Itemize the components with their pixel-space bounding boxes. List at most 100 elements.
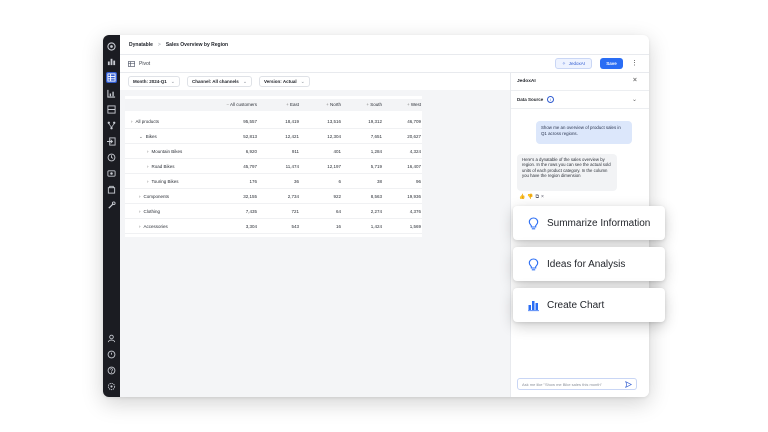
expand-icon[interactable]: › (139, 224, 141, 229)
table-cell[interactable]: 45,797 (223, 159, 257, 174)
table-row[interactable]: › Clothing 7,435 721 64 2,274 4,376 (125, 204, 422, 219)
table-cell[interactable]: 20,627 (387, 129, 421, 144)
table-cell[interactable]: 38 (348, 174, 382, 189)
table-cell[interactable]: 12,197 (307, 159, 341, 174)
flow-icon[interactable] (106, 120, 117, 131)
ideas-for-analysis-card[interactable]: Ideas for Analysis (513, 247, 665, 281)
table-cell[interactable]: 6,920 (223, 144, 257, 159)
logo-icon[interactable] (106, 41, 117, 52)
chart-icon[interactable] (106, 88, 117, 99)
table-cell[interactable]: 4,324 (387, 144, 421, 159)
expand-icon[interactable]: › (147, 164, 149, 169)
column-header-all-customers[interactable]: − All customers (223, 99, 257, 111)
expand-icon[interactable]: › (139, 194, 141, 199)
filter-version[interactable]: Version: Actual ⌄ (259, 76, 310, 87)
table-cell[interactable]: 911 (265, 144, 299, 159)
column-header-south[interactable]: + South (348, 99, 382, 111)
column-header-west[interactable]: + West (387, 99, 421, 111)
table-cell[interactable]: 543 (265, 219, 299, 234)
help-icon[interactable] (106, 365, 117, 376)
dynatable-icon[interactable] (106, 72, 117, 83)
table-cell[interactable]: 721 (265, 204, 299, 219)
table-cell[interactable]: 7,651 (348, 129, 382, 144)
breadcrumb-app[interactable]: Dynatable (129, 42, 153, 48)
expand-icon[interactable]: › (139, 209, 141, 214)
table-cell[interactable]: 16 (307, 219, 341, 234)
table-row[interactable]: ⌄ Bikes 52,813 12,421 12,304 7,651 20,627 (125, 129, 422, 144)
table-cell[interactable]: 19,936 (387, 189, 421, 204)
import-icon[interactable] (106, 136, 117, 147)
table-cell[interactable]: 36 (265, 174, 299, 189)
row-label[interactable]: › Clothing (139, 204, 160, 219)
table-cell[interactable]: 401 (307, 144, 341, 159)
filter-channel[interactable]: Channel: All channels ⌄ (186, 76, 253, 87)
wrench-icon[interactable] (106, 200, 117, 211)
table-cell[interactable]: 2,274 (348, 204, 382, 219)
summarize-information-card[interactable]: Summarize Information (513, 206, 665, 240)
row-label[interactable]: › Mountain Bikes (147, 144, 182, 159)
jedox-ai-button[interactable]: ✧ JedoxAI (554, 58, 592, 69)
clock-icon[interactable] (106, 349, 117, 360)
table-cell[interactable]: 52,813 (223, 129, 257, 144)
table-cell[interactable]: 7,435 (223, 204, 257, 219)
filter-month[interactable]: Month: 2024-Q1 ⌄ (128, 76, 180, 87)
close-icon[interactable]: × (633, 77, 637, 84)
expand-icon[interactable]: › (131, 119, 133, 124)
table-cell[interactable]: 8,563 (348, 189, 382, 204)
table-cell[interactable]: 18,419 (265, 114, 299, 129)
table-cell[interactable]: 11,474 (265, 159, 299, 174)
row-label[interactable]: ⌄ Bikes (139, 129, 157, 144)
create-chart-card[interactable]: Create Chart (513, 288, 665, 322)
table-cell[interactable]: 46,709 (387, 114, 421, 129)
expand-icon[interactable]: › (147, 149, 149, 154)
table-cell[interactable]: 96 (387, 174, 421, 189)
table-cell[interactable]: 5,719 (348, 159, 382, 174)
table-cell[interactable]: 13,516 (307, 114, 341, 129)
table-cell[interactable]: 19,312 (348, 114, 382, 129)
row-label[interactable]: › Components (139, 189, 169, 204)
send-icon[interactable] (625, 381, 632, 388)
history-icon[interactable] (106, 152, 117, 163)
table-cell[interactable]: 3,304 (223, 219, 257, 234)
table-row[interactable]: › Mountain Bikes 6,920 911 401 1,284 4,324 (125, 144, 422, 159)
model-icon[interactable] (106, 56, 117, 67)
table-cell[interactable]: 16,407 (387, 159, 421, 174)
save-button[interactable]: Save (600, 58, 623, 69)
row-label[interactable]: › Road Bikes (147, 159, 175, 174)
data-source-row[interactable]: Data Source i ⌄ (511, 91, 649, 109)
row-label[interactable]: › Touring Bikes (147, 174, 179, 189)
table-row[interactable]: › Touring Bikes 176 36 6 38 96 (125, 174, 422, 189)
table-cell[interactable]: 6 (307, 174, 341, 189)
dismiss-icon[interactable]: × (541, 194, 546, 200)
table-row[interactable]: › Road Bikes 45,797 11,474 12,197 5,719 16,407 (125, 159, 422, 174)
table-cell[interactable]: 12,304 (307, 129, 341, 144)
chevron-down-icon[interactable]: ⌄ (632, 96, 637, 103)
table-cell[interactable]: 176 (223, 174, 257, 189)
cube-icon[interactable] (106, 168, 117, 179)
grid-icon[interactable] (106, 104, 117, 115)
table-cell[interactable]: 64 (307, 204, 341, 219)
expand-icon[interactable]: › (147, 179, 149, 184)
table-cell[interactable]: 1,424 (348, 219, 382, 234)
thumbs-up-icon[interactable]: 👍 (519, 194, 527, 200)
info-icon[interactable]: i (547, 96, 555, 103)
table-row[interactable]: › Components 32,155 2,734 922 8,563 19,936 (125, 189, 422, 204)
expand-icon[interactable]: ⌄ (139, 134, 143, 139)
pivot-button[interactable]: Pivot (139, 61, 150, 67)
table-cell[interactable]: 4,376 (387, 204, 421, 219)
row-label[interactable]: › Accessories (139, 219, 168, 234)
more-options-icon[interactable]: ⋮ (631, 58, 638, 69)
table-row[interactable]: › Accessories 3,304 543 16 1,424 1,569 (125, 219, 422, 234)
table-cell[interactable]: 2,734 (265, 189, 299, 204)
table-row[interactable]: › All products 95,557 18,419 13,516 19,312 46,… (125, 114, 422, 129)
ask-input[interactable]: Ask me like "Show me Bike sales this mon… (517, 378, 637, 390)
table-cell[interactable]: 1,569 (387, 219, 421, 234)
settings-icon[interactable] (106, 381, 117, 392)
table-cell[interactable]: 922 (307, 189, 341, 204)
package-icon[interactable] (106, 184, 117, 195)
table-cell[interactable]: 1,284 (348, 144, 382, 159)
table-cell[interactable]: 12,421 (265, 129, 299, 144)
table-cell[interactable]: 95,557 (223, 114, 257, 129)
user-icon[interactable] (106, 333, 117, 344)
pivot-icon[interactable] (128, 60, 135, 67)
